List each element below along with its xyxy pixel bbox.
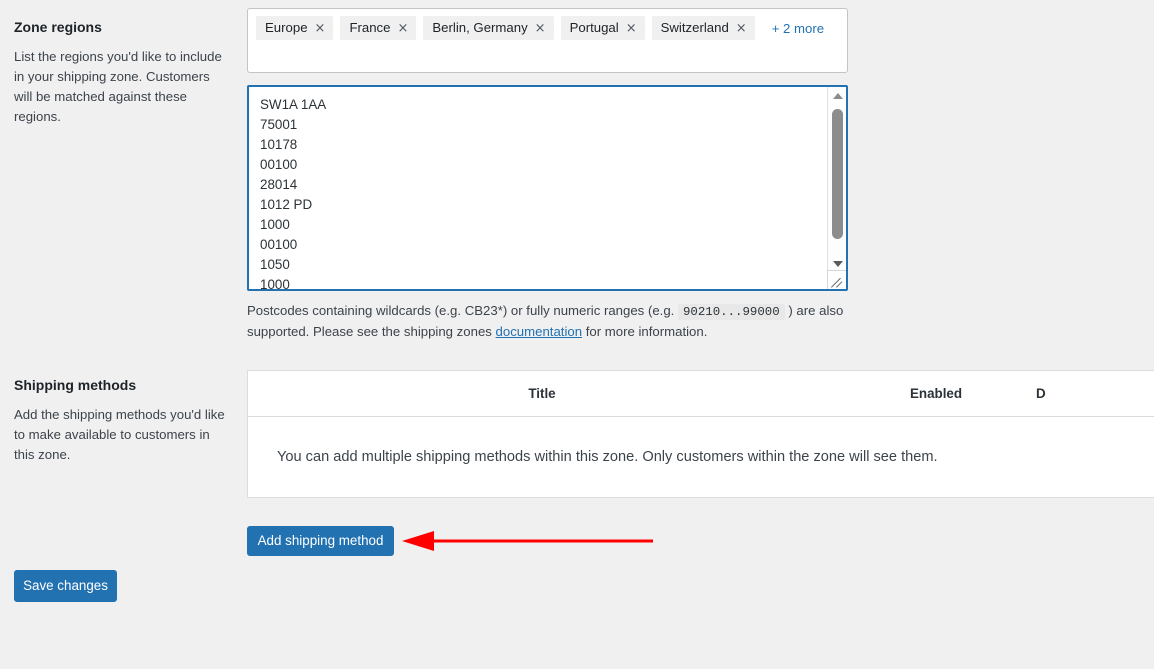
table-empty-row: You can add multiple shipping methods wi…: [248, 417, 1154, 497]
postcode-help-suffix: for more information.: [582, 324, 708, 339]
region-chip-label: Berlin, Germany: [432, 20, 528, 35]
postcode-help-prefix: Postcodes containing wildcards (e.g. CB2…: [247, 303, 678, 318]
postcode-range-example: 90210...99000: [678, 304, 785, 320]
zone-regions-description: List the regions you'd like to include i…: [14, 49, 222, 124]
region-chip-label: Europe: [265, 20, 308, 35]
column-header-description: D: [1036, 386, 1046, 401]
shipping-zone-settings-page: Zone regions List the regions you'd like…: [0, 0, 1154, 669]
postcode-help-text: Postcodes containing wildcards (e.g. CB2…: [247, 301, 847, 341]
empty-state-message: You can add multiple shipping methods wi…: [277, 449, 938, 465]
shipping-methods-heading: Shipping methods: [14, 377, 137, 393]
region-chip[interactable]: Berlin, Germany ×: [423, 16, 554, 40]
save-changes-button[interactable]: Save changes: [14, 570, 117, 602]
caret-up-icon[interactable]: [828, 87, 846, 104]
zone-regions-select[interactable]: Europe × France × Berlin, Germany × Port…: [247, 8, 848, 73]
scrollbar-thumb[interactable]: [832, 109, 843, 239]
zone-regions-section-info: Zone regions List the regions you'd like…: [14, 18, 229, 127]
shipping-methods-description: Add the shipping methods you'd like to m…: [14, 407, 225, 462]
shipping-methods-section-info: Shipping methods Add the shipping method…: [14, 376, 229, 465]
table-header-row: Title Enabled D: [248, 371, 1154, 417]
documentation-link[interactable]: documentation: [496, 324, 583, 339]
close-icon[interactable]: ×: [736, 22, 747, 35]
postcode-scrollbar[interactable]: [827, 87, 846, 289]
region-chip-list: Europe × France × Berlin, Germany × Port…: [256, 16, 839, 40]
postcode-textarea-wrapper[interactable]: SW1A 1AA 75001 10178 00100 28014 1012 PD…: [247, 85, 848, 291]
close-icon[interactable]: ×: [626, 22, 637, 35]
shipping-methods-table: Title Enabled D You can add multiple shi…: [247, 370, 1154, 498]
close-icon[interactable]: ×: [315, 22, 326, 35]
annotation-arrow-icon: [402, 531, 653, 551]
resize-grip-icon[interactable]: [827, 270, 846, 289]
region-chip-label: France: [349, 20, 391, 35]
close-icon[interactable]: ×: [397, 22, 408, 35]
show-more-regions-link[interactable]: + 2 more: [772, 21, 824, 36]
zone-regions-heading: Zone regions: [14, 19, 102, 35]
close-icon[interactable]: ×: [535, 22, 546, 35]
postcode-textarea[interactable]: SW1A 1AA 75001 10178 00100 28014 1012 PD…: [249, 87, 827, 289]
region-chip[interactable]: France ×: [340, 16, 417, 40]
add-shipping-method-button[interactable]: Add shipping method: [247, 526, 394, 556]
region-chip-label: Switzerland: [660, 20, 729, 35]
column-header-enabled: Enabled: [909, 386, 963, 401]
column-header-title: Title: [528, 386, 556, 401]
region-chip[interactable]: Europe ×: [256, 16, 334, 40]
region-chip-label: Portugal: [569, 20, 619, 35]
region-chip[interactable]: Switzerland ×: [651, 16, 755, 40]
region-chip[interactable]: Portugal ×: [560, 16, 645, 40]
